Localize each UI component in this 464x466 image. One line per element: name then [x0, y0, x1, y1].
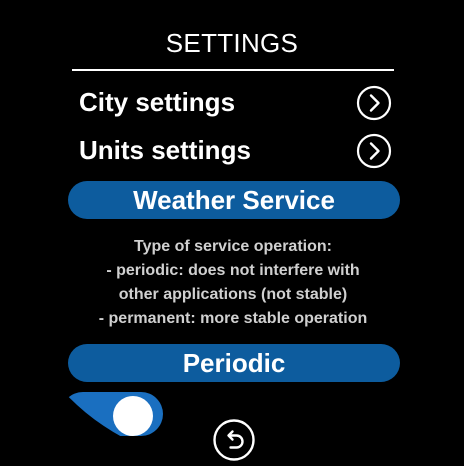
- page-title: SETTINGS: [165, 28, 299, 58]
- watch-face: SETTINGS City settings Units settings We…: [1, 1, 463, 465]
- units-settings-row[interactable]: Units settings: [79, 131, 397, 171]
- service-toggle[interactable]: [61, 392, 163, 436]
- service-description: Type of service operation: - periodic: d…: [61, 235, 405, 331]
- weather-service-header: Weather Service: [68, 181, 400, 219]
- title-divider: [72, 69, 394, 71]
- description-line: Type of service operation:: [134, 238, 332, 255]
- watch-screen: SETTINGS City settings Units settings We…: [0, 0, 464, 466]
- toggle-knob: [113, 396, 153, 436]
- units-settings-label: Units settings: [79, 135, 251, 165]
- description-line: - permanent: more stable operation: [98, 310, 368, 327]
- city-settings-label: City settings: [79, 87, 236, 117]
- service-mode-button[interactable]: Periodic: [68, 344, 400, 382]
- back-arrow-icon[interactable]: [212, 418, 256, 462]
- description-line: other applications (not stable): [118, 286, 348, 303]
- chevron-right-circle-icon[interactable]: [356, 85, 392, 121]
- city-settings-row[interactable]: City settings: [79, 83, 397, 123]
- description-line: - periodic: does not interfere with: [106, 262, 360, 279]
- chevron-right-circle-icon[interactable]: [356, 133, 392, 169]
